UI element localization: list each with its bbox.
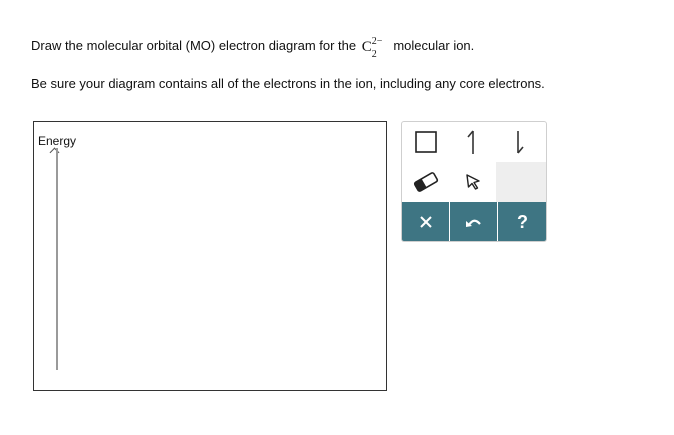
undo-arrow-icon [465,219,481,227]
select-pointer-tool[interactable] [449,162,496,202]
cursor-arrow-icon [465,174,480,190]
question-mark-icon: ? [517,211,528,232]
spin-up-electron-tool[interactable] [449,122,496,162]
empty-tool-slot [496,162,546,202]
spin-down-electron-tool[interactable] [496,122,543,162]
energy-axis [56,148,58,370]
ion-formula: C 2− 2 [360,34,390,60]
eraser-tool[interactable] [402,162,449,202]
prompt-text-after: molecular ion. [389,38,475,53]
clear-button[interactable] [402,202,449,241]
formula-element: C [361,39,372,55]
formula-subscript: 2 [371,49,377,60]
question-prompt: Draw the molecular orbital (MO) electron… [31,34,475,60]
eraser-icon [413,172,438,192]
undo-button[interactable] [449,202,497,241]
x-icon [419,215,432,228]
diagram-canvas[interactable]: Energy [33,121,387,391]
square-outline-icon [414,131,437,153]
prompt-text-before: Draw the molecular orbital (MO) electron… [31,38,360,53]
energy-axis-label: Energy [38,134,77,148]
help-button[interactable]: ? [497,202,546,241]
orbital-box-tool[interactable] [402,122,449,162]
drawing-toolbar: ? [401,121,547,242]
half-arrow-up-icon [466,130,474,154]
half-arrow-down-icon [516,131,524,154]
instruction-note: Be sure your diagram contains all of the… [31,76,545,91]
